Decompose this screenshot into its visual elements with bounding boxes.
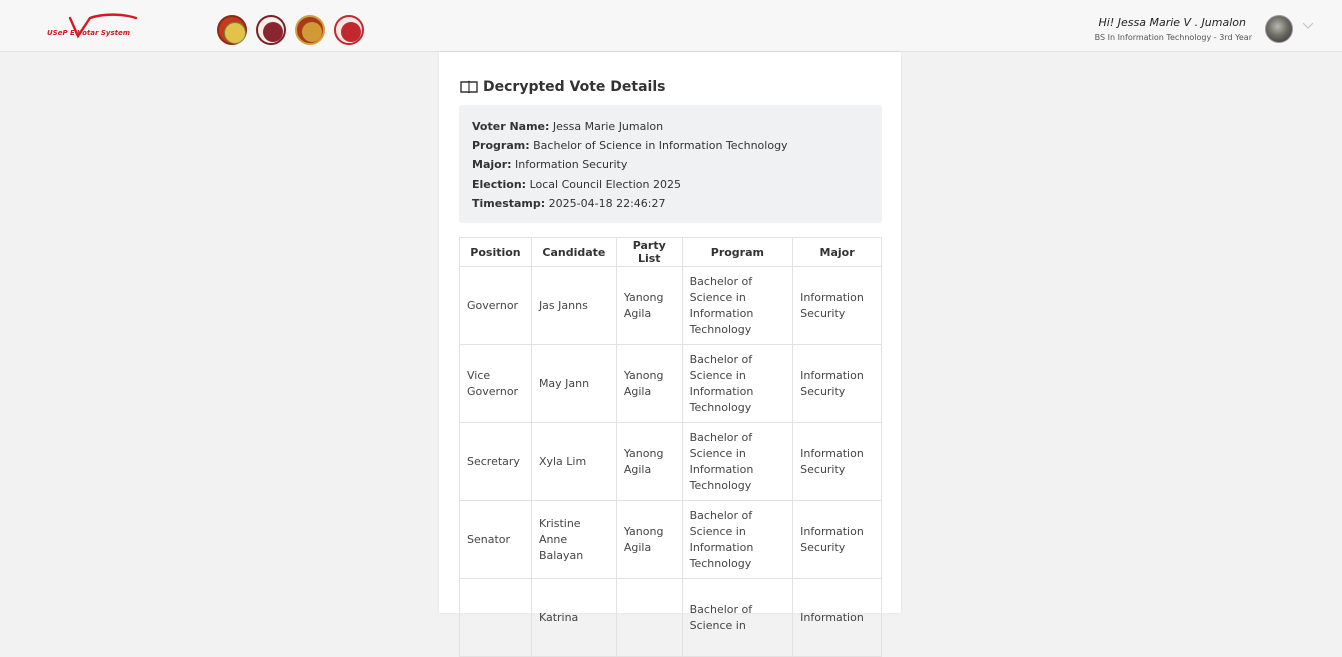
header-program: Program	[681, 237, 794, 267]
card-title: Decrypted Vote Details	[460, 79, 666, 95]
user-greeting: Hi! Jessa Marie V . Jumalon	[1098, 16, 1246, 29]
header-position: Position	[459, 237, 532, 267]
cell-program: Bachelor of Science in Information Techn…	[681, 500, 794, 579]
timestamp-row: Timestamp: 2025-04-18 22:46:27	[472, 196, 666, 210]
header-party-list: Party List	[615, 237, 683, 267]
cell-program: Bachelor of Science in Information Techn…	[681, 344, 794, 423]
cell-major: Information	[792, 578, 882, 657]
seal-2-icon	[256, 15, 286, 45]
cell-party-list: Yanong Agila	[615, 422, 683, 501]
table-row: Vice Governor May Jann Yanong Agila Bach…	[459, 344, 882, 423]
voter-name-row: Voter Name: Jessa Marie Jumalon	[472, 120, 664, 133]
table-row: Senator Kristine Anne Balayan Yanong Agi…	[459, 500, 882, 579]
card-title-text: Decrypted Vote Details	[483, 79, 666, 95]
seal-1-icon	[217, 15, 247, 45]
top-navbar: USeP E-Votar System Hi! Jessa Marie V . …	[0, 0, 1342, 52]
table-row: Secretary Xyla Lim Yanong Agila Bachelor…	[459, 422, 882, 501]
cell-program: Bachelor of Science in Information Techn…	[681, 266, 794, 345]
logo-text: USeP E-Votar System	[47, 29, 131, 37]
table-header-row: Position Candidate Party List Program Ma…	[459, 237, 882, 267]
cell-candidate: Katrina	[530, 578, 617, 657]
cell-position: Secretary	[459, 422, 532, 501]
vote-details-card: Decrypted Vote Details Voter Name: Jessa…	[439, 52, 901, 657]
cell-major: Information Security	[792, 500, 882, 579]
header-candidate: Candidate	[530, 237, 617, 267]
user-avatar[interactable]	[1265, 15, 1293, 43]
cell-candidate: Xyla Lim	[530, 422, 617, 501]
table-row: Governor Jas Janns Yanong Agila Bachelor…	[459, 266, 882, 345]
seal-3-icon	[295, 15, 325, 45]
voter-name-value: Jessa Marie Jumalon	[552, 120, 664, 133]
election-row: Election: Local Council Election 2025	[472, 177, 681, 191]
votes-table: Position Candidate Party List Program Ma…	[459, 237, 882, 657]
usep-evoter-logo[interactable]: USeP E-Votar System	[44, 12, 140, 42]
seal-4-icon	[334, 15, 364, 45]
header-major: Major	[792, 237, 882, 267]
chevron-down-icon[interactable]	[1302, 22, 1314, 32]
cell-party-list	[615, 578, 683, 657]
table-row: Katrina Bachelor of Science in Informati…	[459, 578, 882, 657]
cell-position	[459, 578, 532, 657]
cell-position: Vice Governor	[459, 344, 532, 423]
cell-program: Bachelor of Science in Information Techn…	[681, 422, 794, 501]
cell-party-list: Yanong Agila	[615, 500, 683, 579]
cell-party-list: Yanong Agila	[615, 344, 683, 423]
cell-position: Governor	[459, 266, 532, 345]
program-value: Bachelor of Science in Information Techn…	[533, 139, 788, 153]
timestamp-value: 2025-04-18 22:46:27	[548, 196, 666, 210]
cell-candidate: May Jann	[530, 344, 617, 423]
cell-major: Information Security	[792, 344, 882, 423]
cell-major: Information Security	[792, 422, 882, 501]
program-row: Program: Bachelor of Science in Informat…	[472, 139, 788, 153]
cell-candidate: Jas Janns	[530, 266, 617, 345]
election-value: Local Council Election 2025	[529, 177, 681, 191]
book-open-icon	[460, 80, 478, 94]
major-row: Major: Information Security	[472, 158, 628, 172]
cell-program: Bachelor of Science in	[681, 578, 794, 657]
logo-check-icon	[68, 13, 138, 39]
major-value: Information Security	[515, 158, 628, 172]
cell-position: Senator	[459, 500, 532, 579]
cell-major: Information Security	[792, 266, 882, 345]
cell-candidate: Kristine Anne Balayan	[530, 500, 617, 579]
voter-info-box: Voter Name: Jessa Marie Jumalon Program:…	[459, 105, 882, 223]
cell-party-list: Yanong Agila	[615, 266, 683, 345]
user-program: BS In Information Technology - 3rd Year	[1094, 33, 1252, 42]
